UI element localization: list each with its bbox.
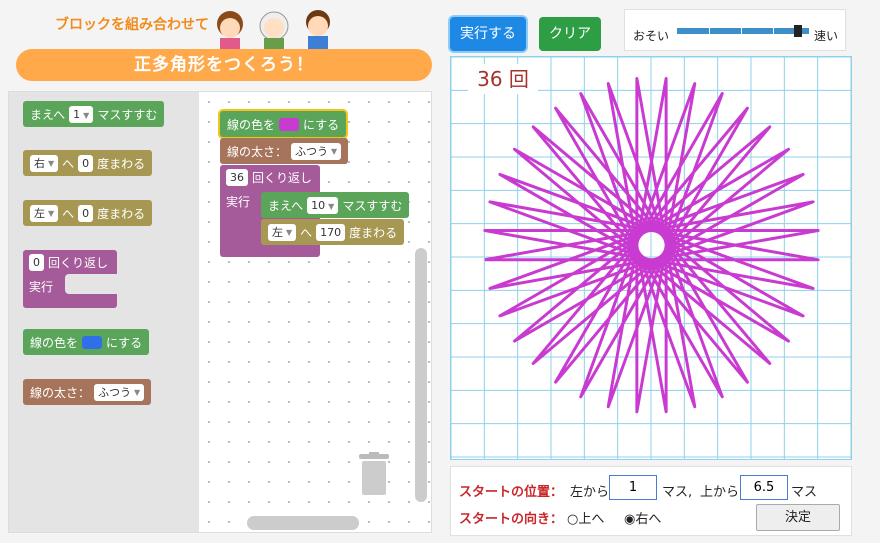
palette-turn-right-block[interactable]: 右 ▼ へ 0 度まわる (23, 150, 153, 176)
block-label: 線の太さ： (227, 144, 288, 159)
speed-tick (709, 26, 710, 36)
from-left-label: 左から (570, 485, 610, 500)
repeat-count-field[interactable]: 36 (226, 169, 248, 186)
speed-control: おそい 速い (624, 9, 846, 51)
unit-label: マス (791, 485, 818, 500)
color-swatch[interactable] (82, 335, 103, 349)
unit-label: マス, (662, 485, 693, 500)
block-label: にする (106, 335, 143, 350)
loop-counter: 36 回 (468, 64, 538, 94)
block-label: 度まわる (97, 206, 146, 221)
trash-icon[interactable] (357, 452, 391, 496)
decide-button[interactable]: 決定 (756, 504, 840, 531)
repeat-count-field[interactable]: 0 (29, 254, 44, 271)
line-width-dropdown[interactable]: ふつう ▼ (291, 142, 342, 160)
loop-count-unit: 回 (508, 67, 529, 91)
program-width-block[interactable]: 線の太さ： ふつう ▼ (220, 138, 349, 164)
vertical-scrollbar[interactable] (415, 248, 427, 502)
horizontal-scrollbar[interactable] (247, 516, 359, 530)
block-label: 線の色を (30, 335, 79, 350)
block-label: へ (62, 156, 75, 171)
speed-slider-handle[interactable] (794, 25, 803, 37)
do-label: 実行 (29, 280, 54, 294)
start-direction-label: スタートの向き： (459, 512, 564, 527)
loop-count-value: 36 (477, 67, 503, 91)
repeat-slot (65, 274, 125, 294)
step-count-field[interactable]: 10 ▼ (307, 196, 339, 214)
step-count-field[interactable]: 1 ▼ (69, 105, 94, 123)
start-position-label: スタートの位置： (459, 485, 564, 500)
program-move-block[interactable]: まえへ 10 ▼ マスすすむ (261, 192, 410, 218)
direction-up-radio[interactable]: ○上へ (567, 508, 604, 527)
block-label: マスすすむ (342, 198, 403, 213)
from-top-label: 上から (700, 485, 740, 500)
angle-field[interactable]: 170 (316, 223, 346, 241)
palette-turn-left-block[interactable]: 左 ▼ へ 0 度まわる (23, 200, 153, 226)
speed-tick (773, 26, 774, 36)
program-turn-block[interactable]: 左 ▼ へ 170 度まわる (261, 219, 405, 245)
speed-tick (741, 26, 742, 36)
children-mascot-icon (217, 10, 330, 50)
drawing-stage (450, 56, 852, 460)
line-width-dropdown[interactable]: ふつう ▼ (94, 383, 145, 401)
block-label: 線の太さ： (30, 385, 91, 400)
palette-width-block[interactable]: 線の太さ： ふつう ▼ (23, 379, 152, 405)
block-label: 線の色を (227, 117, 276, 132)
block-label: 度まわる (349, 225, 398, 240)
color-swatch[interactable] (279, 117, 300, 131)
block-label: 回くり返し (252, 171, 313, 185)
block-label: 回くり返し (48, 256, 109, 270)
block-label: へ (62, 206, 75, 221)
block-label: にする (303, 117, 340, 132)
block-label: 度まわる (97, 156, 146, 171)
palette-repeat-block[interactable]: 0 回くり返し 実行 (23, 250, 125, 308)
angle-field[interactable]: 0 (78, 204, 94, 222)
page-title-banner: 正多角形をつくろう！ (16, 49, 432, 81)
direction-dropdown[interactable]: 左 ▼ (268, 223, 297, 241)
palette-color-block[interactable]: 線の色を にする (23, 329, 150, 355)
palette-move-block[interactable]: まえへ 1 ▼ マスすすむ (23, 101, 165, 127)
speed-slider-track[interactable] (677, 28, 809, 34)
subtitle: ブロックを組み合わせて (55, 17, 209, 33)
start-x-input[interactable] (609, 475, 657, 500)
run-button[interactable]: 実行する (450, 17, 526, 51)
direction-right-radio[interactable]: ◉右へ (624, 508, 661, 527)
speed-slow-label: おそい (633, 29, 670, 43)
speed-fast-label: 速い (814, 29, 839, 43)
block-label: まえへ (268, 198, 304, 213)
start-y-input[interactable] (740, 475, 788, 500)
angle-field[interactable]: 0 (78, 154, 94, 172)
block-workspace[interactable]: まえへ 1 ▼ マスすすむ 右 ▼ へ 0 度まわる 左 ▼ へ 0 度まわる 0 回… (8, 91, 432, 533)
block-label: マスすすむ (97, 107, 158, 122)
program-color-block[interactable]: 線の色を にする (220, 111, 347, 137)
clear-button[interactable]: クリア (539, 17, 601, 51)
do-label: 実行 (226, 195, 251, 209)
block-label: へ (300, 225, 313, 240)
direction-dropdown[interactable]: 右 ▼ (30, 154, 59, 172)
block-label: まえへ (30, 107, 66, 122)
direction-dropdown[interactable]: 左 ▼ (30, 204, 59, 222)
